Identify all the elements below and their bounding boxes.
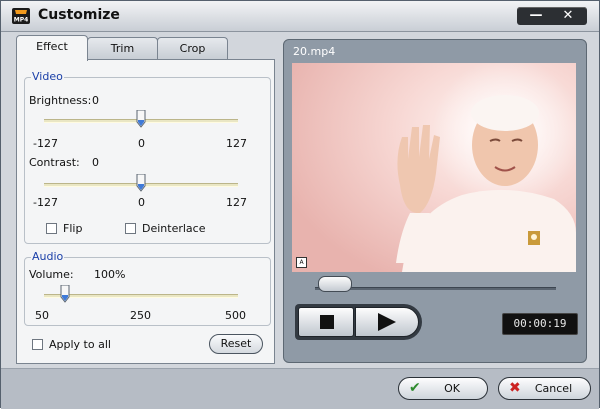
volume-max-label: 500 xyxy=(225,309,246,322)
play-icon xyxy=(378,313,396,331)
svg-text:MP4: MP4 xyxy=(14,17,29,24)
tab-crop[interactable]: Crop xyxy=(157,37,228,60)
flip-label: Flip xyxy=(63,222,83,235)
ok-button-label: OK xyxy=(444,382,460,395)
contrast-max-label: 127 xyxy=(226,196,247,209)
timecode-display: 00:00:19 xyxy=(502,313,578,335)
apply-to-all-checkbox[interactable] xyxy=(32,339,43,350)
tab-trim[interactable]: Trim xyxy=(87,37,158,60)
contrast-mid-label: 0 xyxy=(138,196,145,209)
audio-group-label: Audio xyxy=(31,250,65,263)
contrast-slider-thumb[interactable] xyxy=(136,174,146,192)
volume-value: 100% xyxy=(94,268,126,281)
contrast-min-label: -127 xyxy=(33,196,58,209)
mp4-app-icon: MP4 xyxy=(12,8,30,24)
volume-mid-label: 250 xyxy=(130,309,151,322)
volume-slider-thumb[interactable] xyxy=(60,285,70,303)
title-bar[interactable]: MP4 Customize — ✕ xyxy=(1,1,599,32)
stop-button[interactable] xyxy=(298,307,354,337)
cancel-button-label: Cancel xyxy=(534,382,573,395)
volume-label: Volume: xyxy=(29,268,74,281)
reset-button[interactable]: Reset xyxy=(209,334,263,354)
contrast-label: Contrast: xyxy=(29,156,80,169)
stop-icon xyxy=(320,315,334,329)
video-frame-image xyxy=(292,63,576,272)
brightness-min-label: -127 xyxy=(33,137,58,150)
tab-effect[interactable]: Effect xyxy=(16,35,88,61)
flip-checkbox[interactable] xyxy=(46,223,57,234)
brightness-max-label: 127 xyxy=(226,137,247,150)
window-controls: — ✕ xyxy=(517,7,587,25)
customize-dialog: MP4 Customize — ✕ Effect Trim Crop Video… xyxy=(0,0,600,409)
deinterlace-checkbox[interactable] xyxy=(125,223,136,234)
deinterlace-label: Deinterlace xyxy=(142,222,206,235)
brightness-label: Brightness: xyxy=(29,94,92,107)
volume-slider-track[interactable] xyxy=(44,294,238,298)
video-filename: 20.mp4 xyxy=(293,45,336,58)
preview-panel: 20.mp4 A 00:00:19 xyxy=(283,39,587,363)
transport-controls xyxy=(295,304,422,340)
cancel-button[interactable]: ✖ Cancel xyxy=(498,377,591,400)
apply-to-all-label: Apply to all xyxy=(49,338,111,351)
video-preview[interactable]: A xyxy=(292,63,576,272)
close-button[interactable]: ✕ xyxy=(553,7,583,25)
contrast-value: 0 xyxy=(92,156,99,169)
ok-button[interactable]: ✔ OK xyxy=(398,377,488,400)
video-overlay-icon: A xyxy=(296,257,307,268)
video-group-label: Video xyxy=(31,70,64,83)
brightness-slider-thumb[interactable] xyxy=(136,110,146,128)
playback-progress-thumb[interactable] xyxy=(318,276,352,292)
brightness-value: 0 xyxy=(92,94,99,107)
minimize-button[interactable]: — xyxy=(521,7,551,25)
window-title: Customize xyxy=(38,7,120,23)
volume-min-label: 50 xyxy=(35,309,49,322)
play-button[interactable] xyxy=(355,307,419,337)
effect-tab-panel: Video Brightness: 0 -127 0 127 Contrast:… xyxy=(16,59,275,364)
brightness-mid-label: 0 xyxy=(138,137,145,150)
